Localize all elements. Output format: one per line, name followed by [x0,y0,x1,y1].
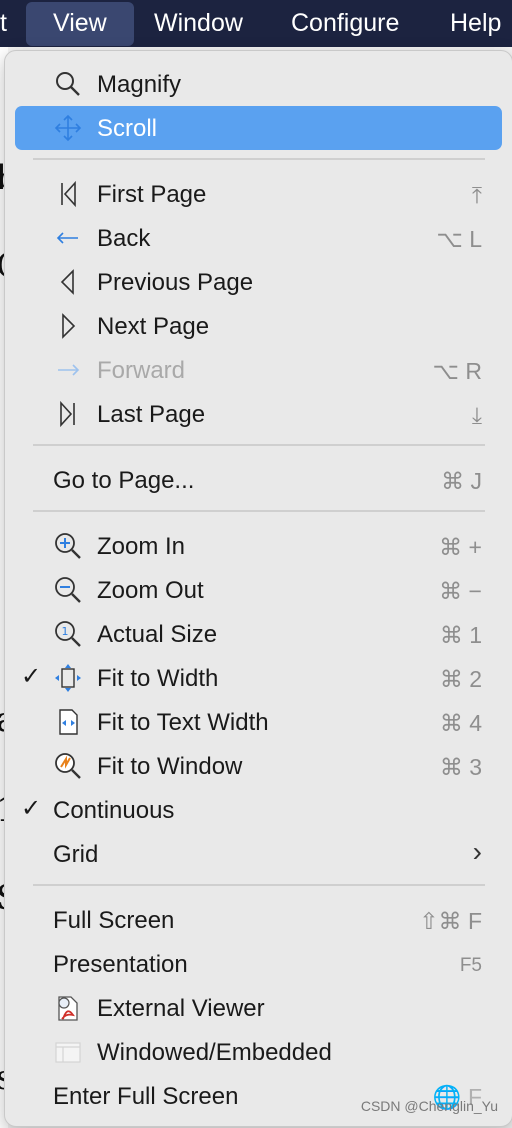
menu-item-first-page[interactable]: First Page ⤒ [15,172,502,216]
menu-item-zoom-in[interactable]: Zoom In ⌘ + [15,524,502,568]
magnify-icon [53,69,83,99]
shortcut: ⇧⌘ F [419,908,482,934]
menu-item-grid[interactable]: Grid › [15,832,502,876]
shortcut: ⌘ + [439,534,482,560]
menu-item-presentation[interactable]: Presentation F5 [15,942,502,986]
menu-item-previous-page[interactable]: Previous Page [15,260,502,304]
shortcut: ⌥ L [436,226,482,252]
shortcut: ⌘ − [439,578,482,604]
fit-width-icon [53,663,83,693]
menu-item-continuous[interactable]: ✓ Continuous [15,788,502,832]
menubar-item-edit[interactable]: t [0,0,14,47]
chevron-right-icon: › [472,836,482,867]
menu-item-label: Presentation [53,951,188,978]
menu-item-external-viewer[interactable]: External Viewer [15,986,502,1030]
checkmark-icon: ✓ [21,663,42,690]
menu-item-label: Fit to Text Width [97,709,269,736]
last-page-icon [53,399,83,429]
view-menu-dropdown: Magnify Scroll First Page ⤒ Back ⌥ L Pre… [4,50,512,1127]
menu-item-windowed-embedded[interactable]: Windowed/Embedded [15,1030,502,1074]
shortcut: ⌘ 1 [439,622,482,648]
menu-item-label: Last Page [97,401,206,428]
fit-text-width-icon [53,707,83,737]
shortcut: F5 [459,955,482,976]
zoom-in-icon [53,531,83,561]
menu-item-label: Zoom In [97,533,186,560]
menu-item-label: Go to Page... [53,467,195,494]
pdf-viewer-icon [53,993,83,1023]
checkmark-icon: ✓ [21,795,42,822]
menu-item-fit-to-width[interactable]: ✓ Fit to Width ⌘ 2 [15,656,502,700]
watermark-text: CSDN @Chenglin_Yu [360,1098,498,1114]
menu-item-label: Previous Page [97,269,254,296]
svg-text:1: 1 [62,625,69,638]
actual-size-icon: 1 [53,619,83,649]
back-arrow-icon [53,223,83,253]
menu-item-label: Grid [53,841,99,868]
menu-item-label: Next Page [97,313,210,340]
shortcut: ⌘ J [441,468,482,494]
shortcut: ⌘ 4 [439,710,482,736]
window-icon [53,1037,83,1067]
shortcut: ⌘ 2 [439,666,482,692]
menu-bar: t View Window Configure Help [0,0,512,47]
menu-item-back[interactable]: Back ⌥ L [15,216,502,260]
menu-item-zoom-out[interactable]: Zoom Out ⌘ − [15,568,502,612]
menu-item-magnify[interactable]: Magnify [15,62,502,106]
menu-item-full-screen[interactable]: Full Screen ⇧⌘ F [15,898,502,942]
shortcut: ⌥ R [432,358,482,384]
menu-item-forward: Forward ⌥ R [15,348,502,392]
menubar-item-view[interactable]: View [26,2,134,46]
menu-item-label: Scroll [97,115,158,142]
shortcut: ⌘ 3 [439,754,482,780]
menu-item-fit-to-text-width[interactable]: Fit to Text Width ⌘ 4 [15,700,502,744]
menu-separator [33,444,485,446]
menu-item-label: Fit to Width [97,665,219,692]
menu-item-label: Continuous [53,797,175,824]
menubar-item-help[interactable]: Help [450,0,501,47]
menu-item-fit-to-window[interactable]: Fit to Window ⌘ 3 [15,744,502,788]
menu-separator [33,884,485,886]
menu-item-next-page[interactable]: Next Page [15,304,502,348]
menu-item-label: Forward [97,357,186,384]
menu-item-last-page[interactable]: Last Page ⤓ [15,392,502,436]
fit-window-icon [53,751,83,781]
shortcut: ⤒ [471,182,482,208]
menu-item-go-to-page[interactable]: Go to Page... ⌘ J [15,458,502,502]
menu-separator [33,510,485,512]
menu-item-label: Magnify [97,71,182,98]
previous-page-icon [53,267,83,297]
first-page-icon [53,179,83,209]
menubar-item-configure[interactable]: Configure [291,0,399,47]
menubar-item-window[interactable]: Window [154,0,243,47]
menu-item-scroll[interactable]: Scroll [15,106,502,150]
menu-item-label: Full Screen [53,907,175,934]
menu-item-label: Fit to Window [97,753,243,780]
menu-item-label: Zoom Out [97,577,204,604]
menu-separator [33,158,485,160]
forward-arrow-icon [53,355,83,385]
next-page-icon [53,311,83,341]
menu-item-label: Back [97,225,151,252]
scroll-arrows-icon [53,113,83,143]
zoom-out-icon [53,575,83,605]
menu-item-label: Windowed/Embedded [97,1039,332,1066]
menu-item-label: Enter Full Screen [53,1083,239,1110]
menu-item-actual-size[interactable]: 1 Actual Size ⌘ 1 [15,612,502,656]
menu-item-label: Actual Size [97,621,218,648]
menu-item-label: First Page [97,181,207,208]
menu-item-label: External Viewer [97,995,265,1022]
shortcut: ⤓ [471,402,482,428]
